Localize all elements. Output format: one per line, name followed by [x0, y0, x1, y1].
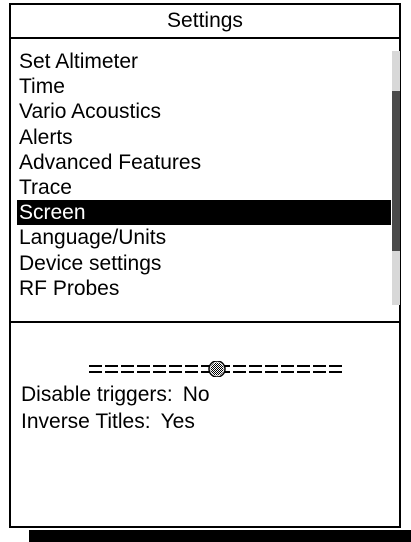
menu-item-vario-acoustics[interactable]: Vario Acoustics [17, 99, 391, 124]
menu-item-alerts[interactable]: Alerts [17, 125, 391, 150]
inverse-titles-setting[interactable]: Inverse Titles: Yes [21, 410, 195, 434]
disable-triggers-value: No [182, 383, 210, 406]
slider-knob-fill [210, 362, 224, 376]
menu-scrollbar[interactable] [392, 51, 400, 305]
slider-graphic [89, 361, 345, 377]
menu-item-language-units[interactable]: Language/Units [17, 225, 391, 250]
inverse-titles-value: Yes [160, 410, 195, 433]
menu-item-time[interactable]: Time [17, 74, 391, 99]
menu-scrollbar-thumb[interactable] [392, 91, 400, 251]
inverse-titles-label: Inverse Titles: [21, 410, 151, 433]
menu-item-device-settings[interactable]: Device settings [17, 251, 391, 276]
settings-menu: Set Altimeter Time Vario Acoustics Alert… [17, 49, 391, 301]
page-title: Settings [11, 5, 399, 39]
disable-triggers-setting[interactable]: Disable triggers: No [21, 383, 210, 407]
menu-item-set-altimeter[interactable]: Set Altimeter [17, 49, 391, 74]
preview-slider[interactable] [89, 361, 345, 377]
menu-item-trace[interactable]: Trace [17, 175, 391, 200]
menu-item-screen[interactable]: Screen [17, 200, 391, 226]
menu-item-rf-probes[interactable]: RF Probes [17, 276, 391, 301]
disable-triggers-label: Disable triggers: [21, 383, 173, 406]
section-divider [11, 321, 399, 323]
menu-item-advanced-features[interactable]: Advanced Features [17, 150, 391, 175]
bottom-bar [29, 530, 411, 542]
device-screen: Settings Set Altimeter Time Vario Acoust… [9, 3, 401, 528]
